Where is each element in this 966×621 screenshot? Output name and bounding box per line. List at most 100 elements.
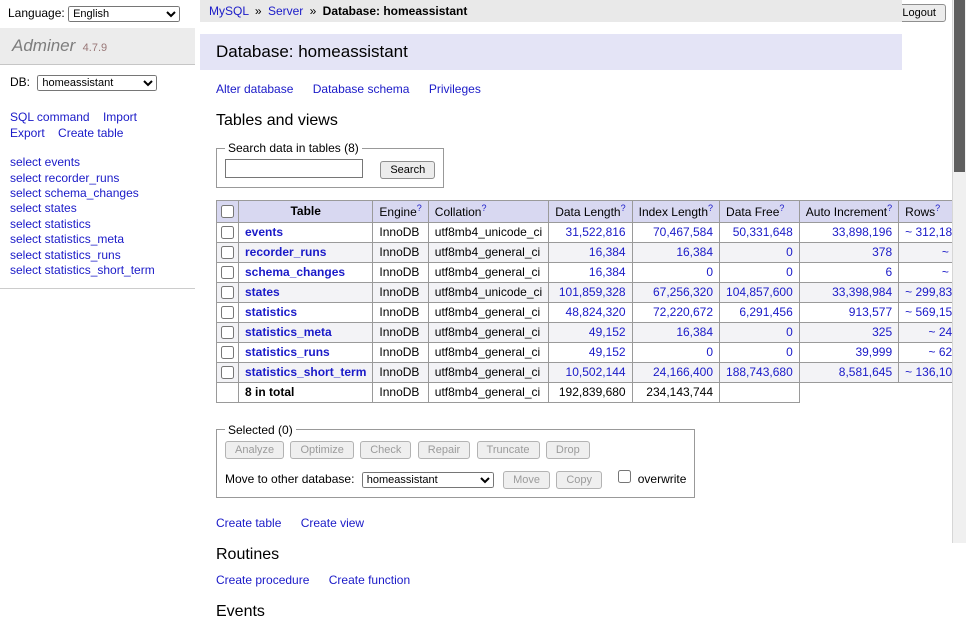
sidebar-item-select-statistics-runs[interactable]: select statistics_runs <box>10 248 185 263</box>
row-checkbox[interactable] <box>221 246 234 259</box>
table-link[interactable]: statistics_meta <box>245 325 332 339</box>
table-link[interactable]: states <box>245 285 280 299</box>
sidebar-item-select-statistics-meta[interactable]: select statistics_meta <box>10 232 185 247</box>
sidebar-item-select-events[interactable]: select events <box>10 155 185 170</box>
index-length-link[interactable]: 70,467,584 <box>653 225 713 239</box>
data-length-link[interactable]: 49,152 <box>589 345 626 359</box>
index-length-link[interactable]: 0 <box>706 265 713 279</box>
data-free-link[interactable]: 0 <box>786 245 793 259</box>
auto-increment-link[interactable]: 325 <box>872 325 892 339</box>
data-length-link[interactable]: 10,502,144 <box>566 365 626 379</box>
create-procedure-link[interactable]: Create procedure <box>216 573 309 587</box>
row-checkbox[interactable] <box>221 226 234 239</box>
data-free-link[interactable]: 104,857,600 <box>726 285 793 299</box>
data-length-link[interactable]: 49,152 <box>589 325 626 339</box>
data-length-link[interactable]: 48,824,320 <box>566 305 626 319</box>
rows-link[interactable]: ~ 299,833 <box>905 285 959 299</box>
privileges-link[interactable]: Privileges <box>429 82 481 96</box>
auto-increment-link[interactable]: 33,398,984 <box>832 285 892 299</box>
data-free-link[interactable]: 0 <box>786 325 793 339</box>
sidebar: Adminer 4.7.9 DB: homeassistant SQL comm… <box>0 28 195 543</box>
auto-increment-link[interactable]: 33,898,196 <box>832 225 892 239</box>
help-link[interactable]: ? <box>708 203 713 213</box>
sidebar-export-link[interactable]: Export <box>10 126 45 140</box>
table-link[interactable]: events <box>245 225 283 239</box>
table-link[interactable]: schema_changes <box>245 265 345 279</box>
select-all-checkbox[interactable] <box>221 205 234 218</box>
help-link[interactable]: ? <box>621 203 626 213</box>
check-button[interactable]: Check <box>360 441 411 459</box>
data-length-link[interactable]: 101,859,328 <box>559 285 626 299</box>
help-link[interactable]: ? <box>887 203 892 213</box>
index-length-link[interactable]: 16,384 <box>676 325 713 339</box>
sidebar-create-table-link[interactable]: Create table <box>58 126 123 140</box>
database-schema-link[interactable]: Database schema <box>313 82 410 96</box>
row-checkbox[interactable] <box>221 346 234 359</box>
table-link[interactable]: statistics <box>245 305 297 319</box>
move-button[interactable]: Move <box>503 471 550 489</box>
index-length-link[interactable]: 72,220,672 <box>653 305 713 319</box>
sidebar-item-select-recorder-runs[interactable]: select recorder_runs <box>10 171 185 186</box>
auto-increment-link[interactable]: 8,581,645 <box>839 365 892 379</box>
sidebar-item-select-statistics[interactable]: select statistics <box>10 217 185 232</box>
row-checkbox[interactable] <box>221 326 234 339</box>
rows-link[interactable]: ~ 569,159 <box>905 305 959 319</box>
row-checkbox[interactable] <box>221 366 234 379</box>
breadcrumb-server-link[interactable]: Server <box>268 4 303 18</box>
data-length-link[interactable]: 16,384 <box>589 265 626 279</box>
table-link[interactable]: recorder_runs <box>245 245 326 259</box>
data-free-link[interactable]: 50,331,648 <box>733 225 793 239</box>
optimize-button[interactable]: Optimize <box>290 441 353 459</box>
auto-increment-link[interactable]: 39,999 <box>855 345 892 359</box>
alter-database-link[interactable]: Alter database <box>216 82 293 96</box>
create-view-link[interactable]: Create view <box>301 516 364 530</box>
rows-link[interactable]: ~ 136,108 <box>905 365 959 379</box>
index-length-link[interactable]: 24,166,400 <box>653 365 713 379</box>
data-free-link[interactable]: 0 <box>786 345 793 359</box>
search-button[interactable]: Search <box>380 161 435 179</box>
help-link[interactable]: ? <box>417 203 422 213</box>
row-checkbox[interactable] <box>221 306 234 319</box>
analyze-button[interactable]: Analyze <box>225 441 284 459</box>
table-link[interactable]: statistics_short_term <box>245 365 366 379</box>
data-length-link[interactable]: 16,384 <box>589 245 626 259</box>
drop-button[interactable]: Drop <box>546 441 590 459</box>
auto-increment-link[interactable]: 913,577 <box>849 305 892 319</box>
data-free-link[interactable]: 6,291,456 <box>739 305 792 319</box>
auto-increment-link[interactable]: 378 <box>872 245 892 259</box>
index-length-link[interactable]: 0 <box>706 345 713 359</box>
row-checkbox[interactable] <box>221 266 234 279</box>
move-database-select[interactable]: homeassistant <box>362 472 494 488</box>
data-free-link[interactable]: 0 <box>786 265 793 279</box>
truncate-button[interactable]: Truncate <box>477 441 540 459</box>
row-checkbox[interactable] <box>221 286 234 299</box>
adminer-logo[interactable]: Adminer <box>12 36 75 55</box>
help-link[interactable]: ? <box>481 203 486 213</box>
table-link[interactable]: statistics_runs <box>245 345 330 359</box>
create-table-link-main[interactable]: Create table <box>216 516 281 530</box>
help-link[interactable]: ? <box>779 203 784 213</box>
index-length-link[interactable]: 16,384 <box>676 245 713 259</box>
sidebar-sql-command-link[interactable]: SQL command <box>10 110 90 124</box>
sidebar-item-select-statistics-short-term[interactable]: select statistics_short_term <box>10 263 185 278</box>
db-select[interactable]: homeassistant <box>37 75 157 91</box>
breadcrumb-mysql-link[interactable]: MySQL <box>209 4 249 18</box>
table-row: events InnoDB utf8mb4_unicode_ci 31,522,… <box>217 222 966 242</box>
data-free-link[interactable]: 188,743,680 <box>726 365 793 379</box>
overwrite-checkbox[interactable] <box>618 470 631 483</box>
rows-link[interactable]: ~ 312,180 <box>905 225 959 239</box>
search-input[interactable] <box>225 159 363 178</box>
create-function-link[interactable]: Create function <box>329 573 410 587</box>
data-length-link[interactable]: 31,522,816 <box>566 225 626 239</box>
help-link[interactable]: ? <box>935 203 940 213</box>
vertical-scrollbar[interactable] <box>952 0 966 543</box>
language-select[interactable]: English <box>68 6 180 22</box>
sidebar-import-link[interactable]: Import <box>103 110 137 124</box>
copy-button[interactable]: Copy <box>556 471 602 489</box>
auto-increment-link[interactable]: 6 <box>885 265 892 279</box>
repair-button[interactable]: Repair <box>418 441 470 459</box>
scrollbar-thumb[interactable] <box>954 0 965 172</box>
sidebar-item-select-states[interactable]: select states <box>10 201 185 216</box>
sidebar-item-select-schema-changes[interactable]: select schema_changes <box>10 186 185 201</box>
index-length-link[interactable]: 67,256,320 <box>653 285 713 299</box>
